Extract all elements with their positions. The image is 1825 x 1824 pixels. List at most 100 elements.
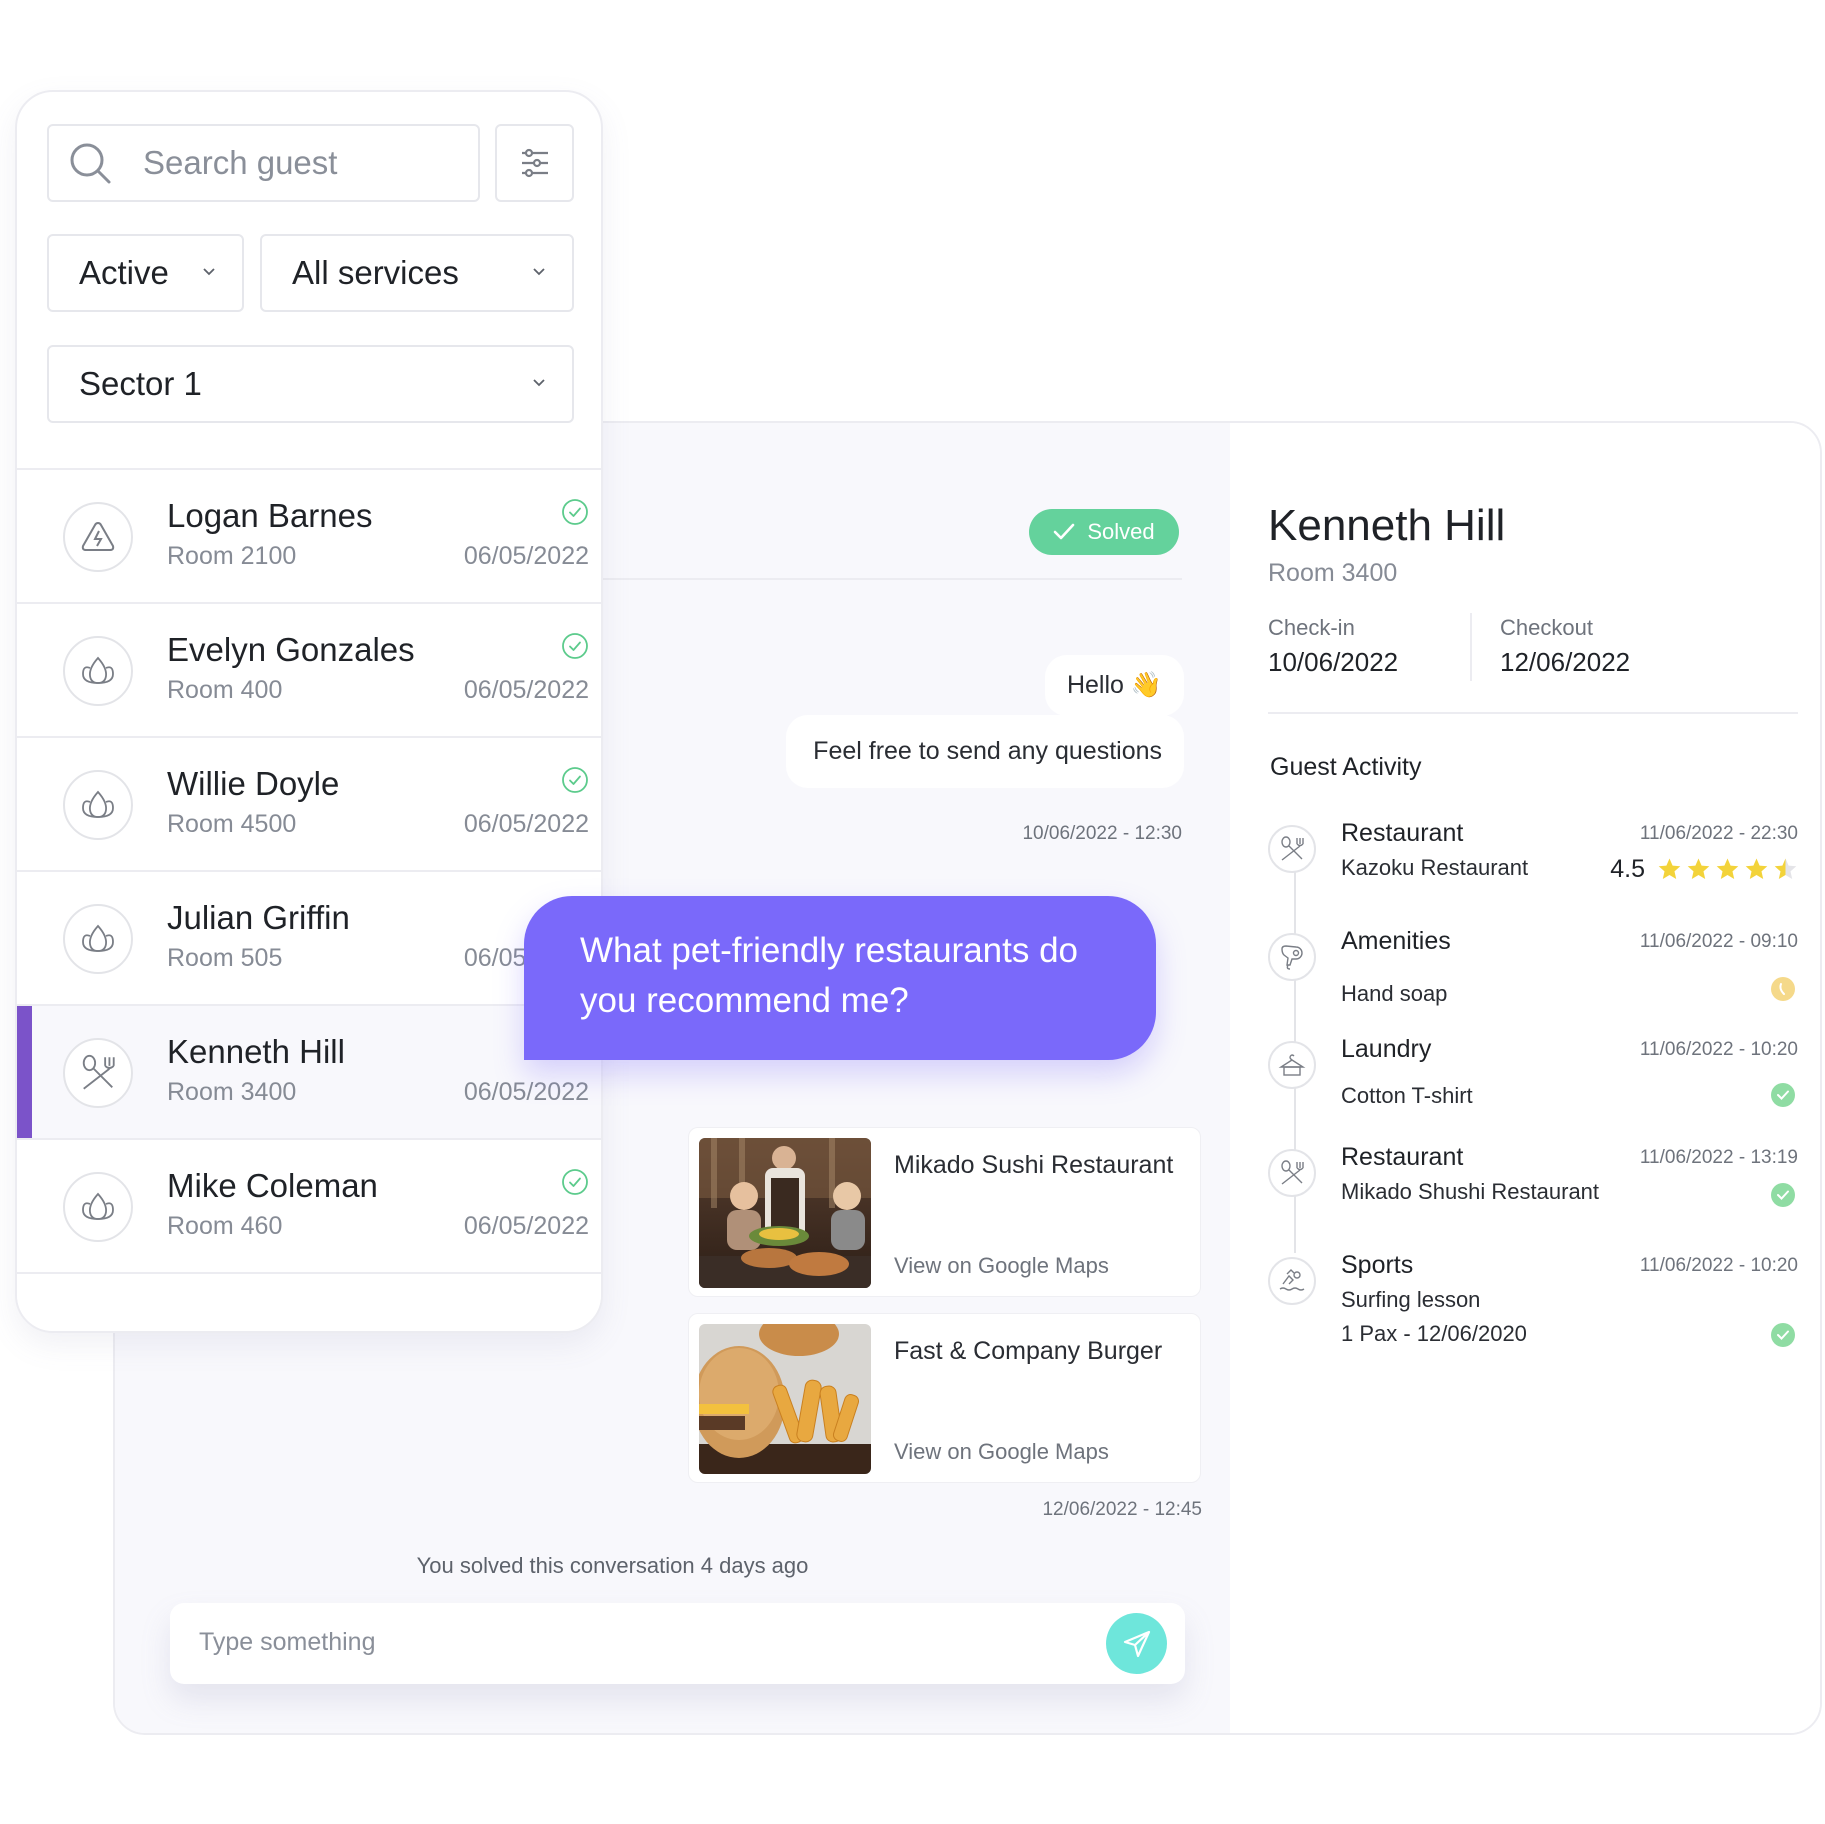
activity-type: Restaurant xyxy=(1341,1143,1464,1171)
message-timestamp: 10/06/2022 - 12:30 xyxy=(1022,823,1182,844)
lotus-icon xyxy=(63,636,133,706)
rating-value: 4.5 xyxy=(1610,855,1645,883)
search-input[interactable]: Search guest xyxy=(47,124,480,202)
search-placeholder: Search guest xyxy=(143,144,338,181)
status-select[interactable]: Active xyxy=(47,234,244,312)
sliders-icon xyxy=(521,148,548,178)
guest-details-panel: Kenneth Hill Room 3400 Check-in 10/06/20… xyxy=(1230,423,1820,1733)
message-input-placeholder: Type something xyxy=(199,1628,376,1656)
guest-date: 06/05/2022 xyxy=(463,1078,589,1106)
message-bubble: Feel free to send any questions xyxy=(786,715,1184,788)
pending-status-icon xyxy=(1771,977,1795,1001)
recommendation-card[interactable]: Fast & Company Burger View on Google Map… xyxy=(688,1313,1201,1483)
restaurant-name: Fast & Company Burger xyxy=(894,1337,1163,1365)
empty-row xyxy=(17,1274,601,1331)
swimming-icon xyxy=(1268,1257,1316,1305)
checkout-label: Checkout xyxy=(1500,615,1593,640)
activity-type: Amenities xyxy=(1341,927,1451,955)
services-select[interactable]: All services xyxy=(260,234,574,312)
activity-detail: Cotton T-shirt xyxy=(1341,1083,1473,1108)
guest-list-item[interactable]: Julian GriffinRoom 50506/05/2022 xyxy=(17,872,601,1006)
message-timestamp: 12/06/2022 - 12:45 xyxy=(1042,1499,1202,1520)
activity-type: Restaurant xyxy=(1341,819,1464,847)
guest-list-panel: Search guest Active All services Sector … xyxy=(15,90,603,1333)
star-half-icon xyxy=(1774,858,1797,879)
activity-detail: Kazoku Restaurant xyxy=(1341,855,1529,880)
done-status-icon xyxy=(1771,1183,1795,1207)
guest-name: Logan Barnes xyxy=(167,497,373,534)
guest-name: Kenneth Hill xyxy=(167,1033,345,1070)
checkout-date: 12/06/2022 xyxy=(1500,647,1631,677)
guest-room: Room 2100 xyxy=(167,542,297,570)
guest-room: Room 4500 xyxy=(167,810,297,838)
check-circle-icon xyxy=(562,1169,588,1195)
activity-detail: Hand soap xyxy=(1341,981,1448,1006)
activity-detail: Surfing lesson xyxy=(1341,1287,1481,1312)
message-input[interactable]: Type something xyxy=(170,1603,1185,1684)
search-icon xyxy=(70,143,111,184)
guest-name: Kenneth Hill xyxy=(1268,501,1506,550)
checkin-date: 10/06/2022 xyxy=(1268,647,1399,677)
recommendation-card[interactable]: Mikado Sushi Restaurant View on Google M… xyxy=(688,1127,1201,1297)
restaurant-icon xyxy=(1268,825,1316,873)
solved-note: You solved this conversation 4 days ago xyxy=(416,1553,809,1578)
activity-detail-secondary: 1 Pax - 12/06/2020 xyxy=(1341,1321,1527,1346)
sector-select-value: Sector 1 xyxy=(79,365,202,402)
guest-name: Julian Griffin xyxy=(167,899,350,936)
check-circle-icon xyxy=(562,499,588,525)
filter-button[interactable] xyxy=(495,124,574,202)
guest-room: Room 460 xyxy=(167,1212,283,1240)
done-status-icon xyxy=(1771,1083,1795,1107)
activity-time: 11/06/2022 - 10:20 xyxy=(1639,1255,1798,1276)
checkmark-icon xyxy=(1054,523,1075,540)
star-full-icon xyxy=(1716,858,1739,879)
guest-room: Room 505 xyxy=(167,944,283,972)
rating: 4.5 xyxy=(1610,855,1798,884)
activity-detail: Mikado Shushi Restaurant xyxy=(1341,1179,1600,1204)
lotus-icon xyxy=(63,770,133,840)
send-button[interactable] xyxy=(1106,1613,1167,1674)
star-full-icon xyxy=(1745,858,1768,879)
guest-list-item[interactable]: Kenneth Hill Room 3400 06/05/2022 xyxy=(17,1006,601,1140)
check-circle-icon xyxy=(562,633,588,659)
done-status-icon xyxy=(1771,1323,1795,1347)
chevron-down-icon xyxy=(203,268,215,276)
chevron-down-icon xyxy=(533,268,545,276)
activity-type: Laundry xyxy=(1341,1035,1432,1063)
star-full-icon xyxy=(1658,858,1681,879)
star-full-icon xyxy=(1687,858,1710,879)
google-maps-link[interactable]: View on Google Maps xyxy=(894,1253,1109,1279)
hair-dryer-icon xyxy=(1268,933,1316,981)
guest-list-item[interactable]: Evelyn Gonzales Room 400 06/05/2022 xyxy=(17,604,601,738)
solved-label: Solved xyxy=(1087,519,1155,544)
google-maps-link[interactable]: View on Google Maps xyxy=(894,1439,1109,1465)
guest-activity-title: Guest Activity xyxy=(1270,753,1422,781)
guest-list-item[interactable]: Willie Doyle Room 4500 06/05/2022 xyxy=(17,738,601,872)
guest-list-item[interactable]: Mike Coleman Room 460 06/05/2022 xyxy=(17,1140,601,1274)
solved-status-badge[interactable]: Solved xyxy=(1029,509,1179,555)
check-circle-icon xyxy=(562,767,588,793)
guest-list: Logan Barnes Room 2100 06/05/2022 Evelyn Go… xyxy=(17,468,601,1331)
guest-name: Willie Doyle xyxy=(167,765,340,802)
activity-type: Sports xyxy=(1341,1251,1414,1279)
chevron-down-icon xyxy=(533,379,545,387)
message-bubble: Hello 👋 xyxy=(1044,655,1184,716)
guest-room: Room 400 xyxy=(167,676,283,704)
guest-list-item[interactable]: Logan Barnes Room 2100 06/05/2022 xyxy=(17,470,601,604)
guest-name: Evelyn Gonzales xyxy=(167,631,415,668)
sector-select[interactable]: Sector 1 xyxy=(47,345,574,423)
send-icon xyxy=(1123,1630,1150,1657)
guest-date: 06/05/2022 xyxy=(463,542,589,570)
guest-date: 06/05/2022 xyxy=(463,1212,589,1240)
restaurant-icon xyxy=(1268,1149,1316,1197)
guest-name: Mike Coleman xyxy=(167,1167,378,1204)
hanger-icon xyxy=(1268,1041,1316,1089)
activity-time: 11/06/2022 - 22:30 xyxy=(1639,823,1798,844)
guest-message-bubble: What pet-friendly restaurants do you rec… xyxy=(524,896,1156,1060)
services-select-value: All services xyxy=(292,254,459,291)
activity-time: 11/06/2022 - 13:19 xyxy=(1639,1147,1798,1168)
lotus-icon xyxy=(63,904,133,974)
status-select-value: Active xyxy=(79,254,169,291)
guest-room: Room 3400 xyxy=(167,1078,297,1106)
electricity-icon xyxy=(63,502,133,572)
